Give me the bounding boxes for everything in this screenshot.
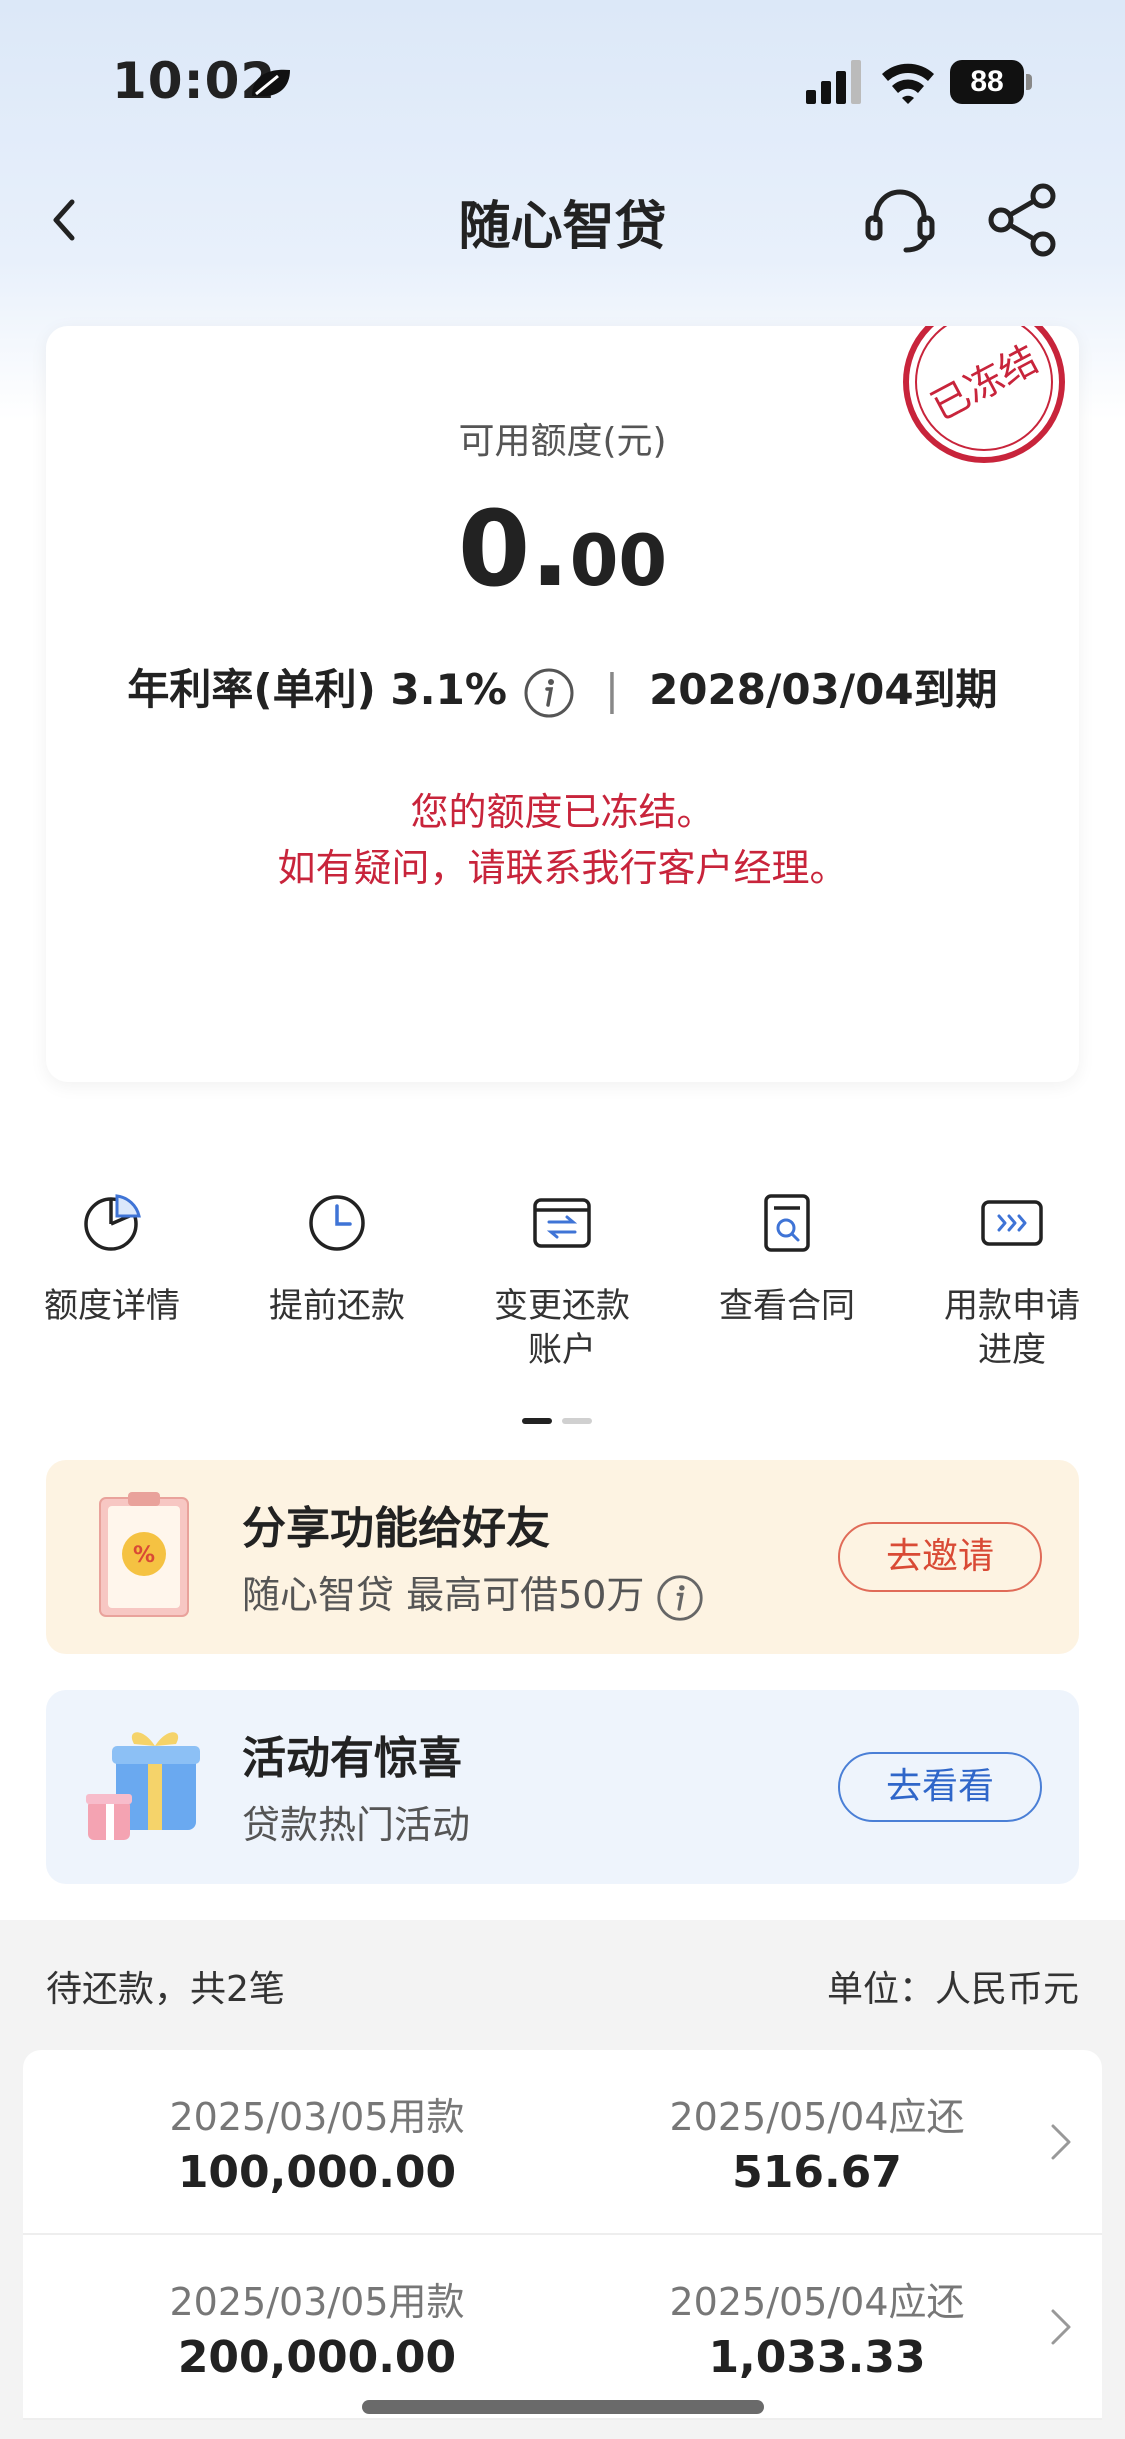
svg-text:%: % bbox=[133, 1543, 155, 1568]
quick-action-label: 额度详情 bbox=[44, 1286, 180, 1326]
invite-button[interactable]: 去邀请 bbox=[838, 1522, 1042, 1592]
chevron-right-icon bbox=[1051, 2309, 1071, 2345]
document-search-icon bbox=[764, 1194, 810, 1252]
page-title: 随心智贷 bbox=[458, 197, 667, 257]
rate-row: 年利率(单利) 3.1% | 2028/03/04到期 bbox=[46, 656, 1079, 719]
quick-action-label: 变更还款 账户 bbox=[494, 1286, 630, 1370]
pending-repayments-header: 待还款，共2笔 单位：人民币元 bbox=[0, 1920, 1125, 2048]
invite-title: 分享功能给好友 bbox=[242, 1503, 550, 1554]
info-icon[interactable] bbox=[656, 1574, 704, 1622]
loan-list: 2025/03/05用款 100,000.00 2025/05/04应还 516… bbox=[23, 2050, 1102, 2420]
chevron-right-icon bbox=[1051, 2124, 1071, 2160]
promotion-title: 活动有惊喜 bbox=[242, 1733, 462, 1784]
loan-due-info: 2025/05/04应还 516.67 bbox=[617, 2086, 1017, 2198]
freeze-message-line-1: 您的额度已冻结。 bbox=[410, 790, 715, 834]
due-amount: 1,033.33 bbox=[708, 2332, 926, 2383]
quick-action-change-account[interactable]: 变更还款 账户 bbox=[462, 1192, 662, 1372]
invite-subtitle-row: 随心智贷 最高可借50万 bbox=[242, 1564, 704, 1622]
quick-action-view-contract[interactable]: 查看合同 bbox=[687, 1192, 887, 1328]
quick-action-prepay[interactable]: 提前还款 bbox=[237, 1192, 437, 1328]
loan-due-info: 2025/05/04应还 1,033.33 bbox=[617, 2271, 1017, 2383]
promotion-subtitle: 贷款热门活动 bbox=[242, 1803, 471, 1847]
borrow-date: 2025/03/05用款 bbox=[169, 2095, 465, 2139]
promotion-banner[interactable]: 活动有惊喜 贷款热门活动 去看看 bbox=[46, 1690, 1079, 1884]
pie-chart-icon bbox=[84, 1194, 141, 1251]
quick-action-label: 用款申请 进度 bbox=[944, 1286, 1080, 1370]
battery-level: 88 bbox=[950, 60, 1024, 104]
clipboard-percent-illustration: % bbox=[99, 1492, 189, 1617]
quick-action-limit-details[interactable]: 额度详情 bbox=[12, 1192, 212, 1328]
customer-service-icon[interactable] bbox=[860, 180, 940, 260]
borrow-amount: 200,000.00 bbox=[177, 2332, 457, 2383]
card-swap-icon bbox=[533, 1198, 591, 1248]
quick-action-label: 提前还款 bbox=[269, 1286, 405, 1326]
navigation-bar: 随心智贷 bbox=[0, 170, 1125, 270]
share-icon[interactable] bbox=[985, 182, 1061, 258]
amount-decimal: 00 bbox=[569, 520, 668, 602]
due-date: 2025/05/04应还 bbox=[669, 2280, 965, 2324]
loan-borrow-info: 2025/03/05用款 100,000.00 bbox=[117, 2086, 517, 2198]
interest-rate: 年利率(单利) 3.1% bbox=[127, 665, 507, 714]
page-indicator bbox=[522, 1418, 602, 1426]
info-icon[interactable] bbox=[523, 667, 575, 719]
gift-box-illustration bbox=[86, 1732, 200, 1840]
battery-icon: 88 bbox=[950, 60, 1032, 104]
due-amount: 516.67 bbox=[732, 2147, 902, 2198]
status-bar: 10:02 88 bbox=[0, 0, 1125, 150]
clock-icon bbox=[309, 1195, 365, 1251]
progress-arrows-icon bbox=[981, 1200, 1043, 1246]
home-indicator[interactable] bbox=[362, 2400, 764, 2414]
loan-row[interactable]: 2025/03/05用款 100,000.00 2025/05/04应还 516… bbox=[23, 2050, 1102, 2235]
focus-mode-icon bbox=[252, 69, 290, 97]
credit-limit-card: 已冻结 可用额度(元) 0.00 年利率(单利) 3.1% | 2028/03/0… bbox=[46, 326, 1079, 1082]
view-promotion-button[interactable]: 去看看 bbox=[838, 1752, 1042, 1822]
quick-action-application-progress[interactable]: 用款申请 进度 bbox=[912, 1192, 1112, 1372]
borrow-amount: 100,000.00 bbox=[177, 2147, 457, 2198]
invite-subtitle: 随心智贷 最高可借50万 bbox=[242, 1573, 645, 1617]
due-date: 2028/03/04到期 bbox=[649, 665, 998, 714]
separator: | bbox=[604, 665, 620, 714]
loan-borrow-info: 2025/03/05用款 200,000.00 bbox=[117, 2271, 517, 2383]
cellular-signal-icon bbox=[806, 60, 861, 104]
pending-summary: 待还款，共2笔 bbox=[46, 1969, 285, 2010]
currency-unit: 单位：人民币元 bbox=[826, 1969, 1079, 2010]
invite-banner[interactable]: % 分享功能给好友 随心智贷 最高可借50万 去邀请 bbox=[46, 1460, 1079, 1654]
quick-action-label: 查看合同 bbox=[719, 1286, 855, 1326]
loan-row[interactable]: 2025/03/05用款 200,000.00 2025/05/04应还 1,0… bbox=[23, 2235, 1102, 2420]
borrow-date: 2025/03/05用款 bbox=[169, 2280, 465, 2324]
freeze-message-line-2: 如有疑问，请联系我行客户经理。 bbox=[277, 846, 848, 890]
amount-integer: 0. bbox=[457, 488, 570, 610]
wifi-icon bbox=[882, 63, 934, 104]
quick-actions: 额度详情 提前还款 变更还款 账户 查看合同 用款申请 进度 bbox=[0, 1192, 1125, 1402]
available-amount: 0.00 bbox=[46, 488, 1079, 610]
available-limit-label: 可用额度(元) bbox=[458, 421, 667, 462]
due-date: 2025/05/04应还 bbox=[669, 2095, 965, 2139]
freeze-message: 您的额度已冻结。 如有疑问，请联系我行客户经理。 bbox=[46, 784, 1079, 896]
